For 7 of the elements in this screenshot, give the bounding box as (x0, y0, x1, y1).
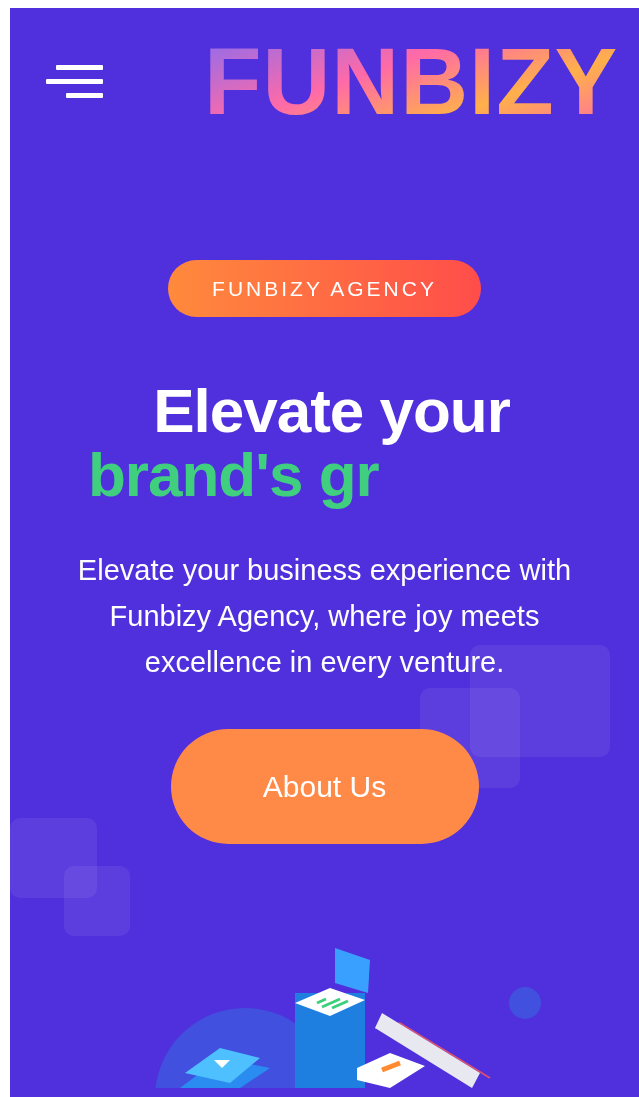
about-us-button[interactable]: About Us (170, 729, 479, 844)
decorative-square (64, 866, 130, 936)
headline: Elevate your (152, 379, 510, 443)
agency-badge: FUNBIZY AGENCY (168, 260, 481, 317)
menu-icon[interactable] (46, 65, 104, 99)
description: Elevate your business experience with Funbizy Agency, where joy meets excellence in every venture. (76, 553, 573, 680)
headline-typed-text: brand's gr (88, 443, 379, 507)
